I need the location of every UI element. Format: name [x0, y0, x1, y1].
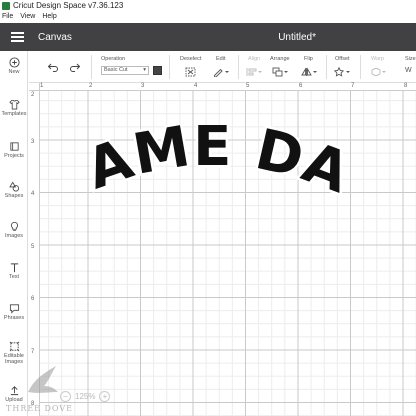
sidebar-item-label: Text — [8, 274, 20, 280]
sidebar-item-label: Templates — [1, 111, 27, 117]
sidebar-item-templates[interactable]: Templates — [0, 99, 28, 117]
edit-pencil-icon[interactable] — [213, 67, 229, 77]
shirt-icon — [8, 99, 20, 110]
ruler-top-label: 2 — [89, 83, 93, 89]
deselect-icon[interactable] — [185, 67, 196, 77]
watermark-text: THREE DOVE — [6, 404, 74, 413]
edit-toolbar: Operation Basic Cut ▾ Deselect Edit Alig… — [29, 51, 416, 83]
zoom-in-button[interactable]: + — [99, 390, 111, 402]
sidebar-item-text[interactable]: Text — [0, 262, 28, 280]
ruler-top-label: 7 — [351, 83, 355, 89]
toolbar-divider — [91, 55, 92, 79]
ruler-left-label: 2 — [31, 92, 35, 98]
toolbar-divider — [326, 55, 327, 79]
window-titlebar: Cricut Design Space v7.36.123 — [0, 0, 416, 11]
ruler-top-label: 4 — [194, 83, 198, 89]
editable-images-icon — [9, 341, 19, 352]
offset-label: Offset — [335, 56, 350, 62]
artwork-outline-text: GAME DAY — [74, 125, 352, 206]
offset-icon[interactable] — [334, 67, 352, 77]
warp-label: Warp — [371, 56, 384, 62]
warp-icon[interactable] — [371, 67, 387, 77]
app-header: Canvas Untitled* — [0, 23, 416, 51]
align-icon[interactable] — [246, 67, 262, 77]
sidebar-item-label: Shapes — [4, 193, 24, 199]
sidebar-item-phrases[interactable]: Phrases — [0, 303, 28, 321]
operation-value: Basic Cut — [104, 67, 128, 73]
flip-label: Flip — [304, 56, 313, 62]
arrange-icon[interactable] — [272, 67, 288, 77]
menu-bar: File View Help — [0, 11, 416, 23]
ruler-left-label: 7 — [31, 349, 35, 355]
ruler-corner — [29, 83, 40, 91]
ruler-top-label: 6 — [299, 83, 303, 89]
sidebar-item-images[interactable]: Images — [0, 221, 28, 239]
color-swatch[interactable] — [153, 66, 162, 75]
zoom-level: 125% — [75, 391, 96, 401]
ruler-left-label: 6 — [31, 296, 35, 302]
align-label: Align — [248, 56, 261, 62]
toolbar-divider — [238, 55, 239, 79]
plus-circle-icon — [8, 57, 20, 68]
sidebar-item-label: Images — [4, 233, 24, 239]
operation-select[interactable]: Basic Cut ▾ — [101, 66, 149, 75]
menu-view[interactable]: View — [20, 11, 35, 23]
ruler-top-label: 8 — [404, 83, 408, 89]
toolbar-divider — [360, 55, 361, 79]
sidebar-item-new[interactable]: New — [0, 57, 28, 75]
redo-icon[interactable] — [69, 62, 81, 72]
text-icon — [10, 263, 18, 273]
undo-icon[interactable] — [47, 62, 59, 72]
edit-label: Edit — [216, 56, 226, 62]
ruler-left-label: 5 — [31, 244, 35, 250]
arrange-label: Arrange — [270, 56, 290, 62]
toolbar-divider — [169, 55, 170, 79]
dove-icon — [28, 366, 58, 393]
projects-icon — [9, 142, 19, 151]
ruler-top-label: 3 — [141, 83, 145, 89]
chevron-down-icon: ▾ — [143, 67, 146, 73]
bulb-icon — [10, 221, 18, 232]
size-width-label: W — [405, 67, 412, 74]
menu-file[interactable]: File — [2, 11, 13, 23]
ruler-top: 1 2 3 4 5 6 7 8 — [40, 83, 416, 91]
document-title[interactable]: Untitled* — [0, 32, 416, 43]
sidebar-item-label: Projects — [4, 153, 24, 159]
window-title: Cricut Design Space v7.36.123 — [13, 1, 124, 10]
watermark: THREE DOVE — [4, 362, 74, 416]
operation-label: Operation — [101, 56, 126, 62]
sidebar-item-shapes[interactable]: Shapes — [0, 181, 28, 199]
shapes-icon — [8, 181, 19, 192]
ruler-top-label: 1 — [40, 83, 44, 89]
ruler-left-label: 4 — [31, 191, 35, 197]
menu-help[interactable]: Help — [42, 11, 56, 23]
deselect-label: Deselect — [180, 56, 202, 62]
ruler-left-label: 3 — [31, 139, 35, 145]
game-day-artwork[interactable]: GAME DAY — [74, 125, 352, 215]
app-logo-icon — [2, 1, 10, 10]
speech-icon — [9, 304, 19, 314]
ruler-top-label: 5 — [246, 83, 250, 89]
sidebar-item-projects[interactable]: Projects — [0, 141, 28, 159]
size-label: Size — [405, 56, 416, 62]
sidebar-item-label: New — [8, 69, 20, 75]
sidebar-item-label: Phrases — [3, 315, 25, 321]
flip-icon[interactable] — [301, 67, 317, 77]
